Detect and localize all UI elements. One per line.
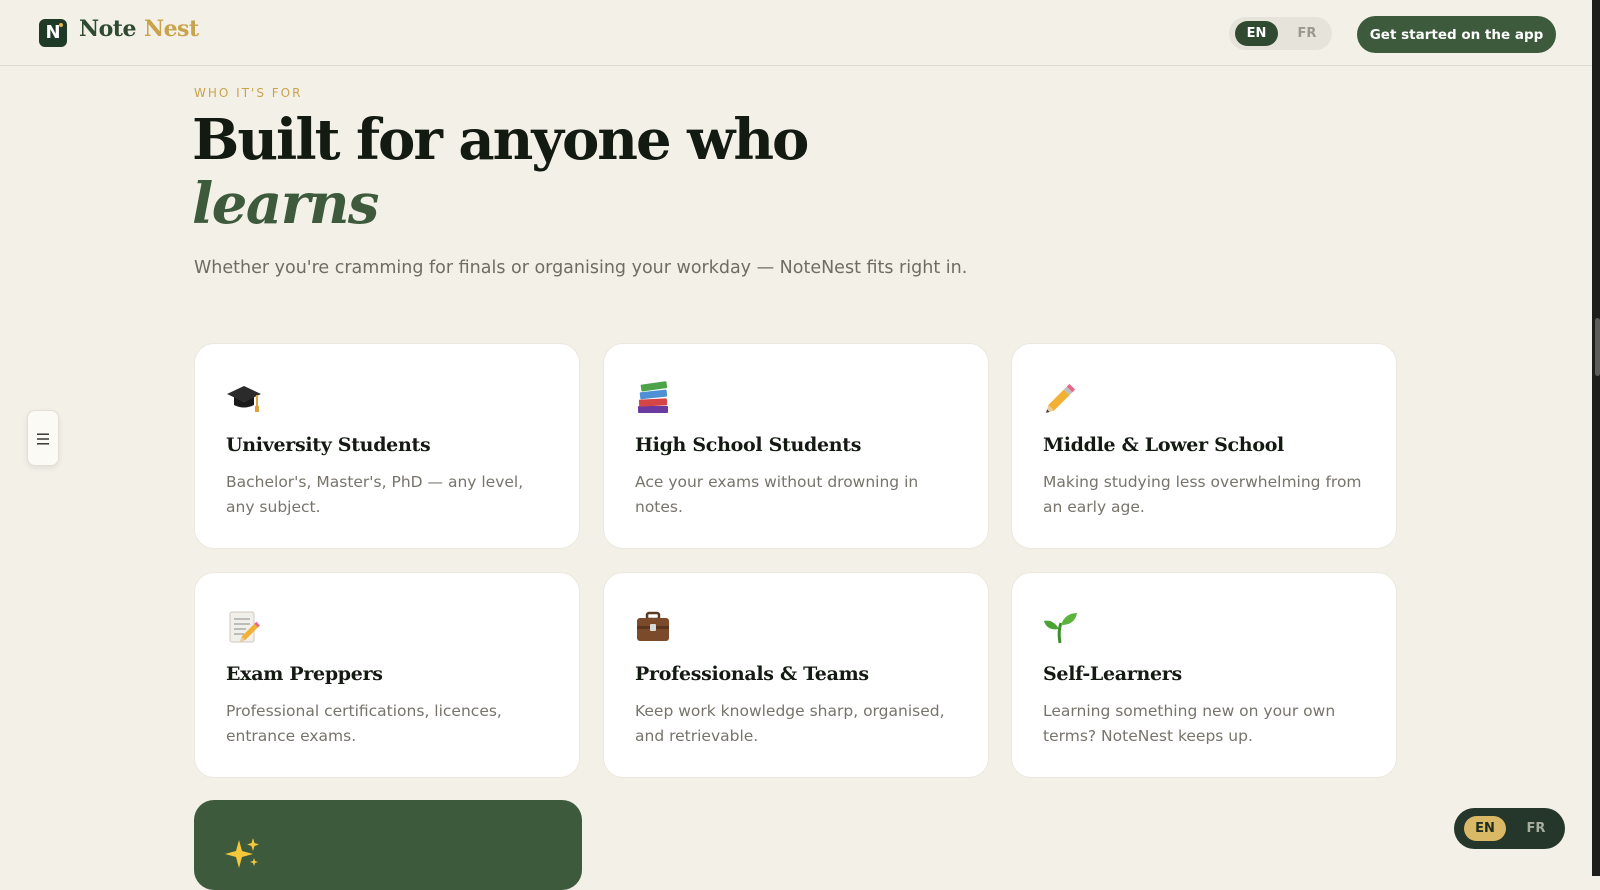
seedling-icon — [1044, 613, 1077, 644]
card-featured[interactable] — [194, 800, 582, 890]
card-title: Professionals & Teams — [635, 663, 869, 685]
card-high-school-students[interactable]: High School Students Ace your exams with… — [603, 343, 989, 549]
card-self-learners[interactable]: Self-Learners Learning something new on … — [1011, 572, 1397, 778]
hero-subtitle: Whether you're cramming for finals or or… — [194, 258, 968, 278]
card-description: Ace your exams without drowning in notes… — [635, 473, 919, 516]
books-icon — [638, 381, 668, 413]
lang-en-button[interactable]: EN — [1235, 21, 1278, 46]
floating-lang-en-button[interactable]: EN — [1464, 816, 1506, 841]
card-professionals-teams[interactable]: Professionals & Teams Keep work knowledg… — [603, 572, 989, 778]
graduation-cap-icon — [227, 386, 261, 412]
pencil-icon — [1046, 383, 1076, 413]
card-description: Learning something new on your own terms… — [1043, 702, 1336, 745]
page-title: Built for anyone who learns — [192, 107, 809, 237]
card-title: Exam Preppers — [226, 663, 383, 685]
card-title: Self-Learners — [1043, 663, 1182, 685]
scrollbar-track[interactable] — [1592, 0, 1600, 876]
sparkles-icon — [225, 838, 259, 868]
briefcase-icon — [637, 611, 669, 641]
floating-lang-fr-button[interactable]: FR — [1516, 816, 1556, 841]
card-description: Making studying less overwhelming from a… — [1043, 473, 1362, 516]
card-description: Bachelor's, Master's, PhD — any level, a… — [226, 473, 524, 516]
card-title: Middle & Lower School — [1043, 434, 1284, 456]
side-menu-button[interactable] — [27, 410, 59, 466]
menu-icon — [37, 433, 49, 445]
card-exam-preppers[interactable]: Exam Preppers Professional certification… — [194, 572, 580, 778]
logo-word-nest: Nest — [143, 16, 199, 42]
logo-icon[interactable]: N — [39, 19, 67, 47]
card-title: High School Students — [635, 434, 862, 456]
floating-language-switcher: EN FR — [1454, 808, 1565, 849]
get-started-button[interactable]: Get started on the app — [1357, 16, 1556, 53]
section-eyebrow: WHO IT'S FOR — [194, 86, 303, 100]
card-description: Keep work knowledge sharp, organised, an… — [635, 702, 945, 745]
card-university-students[interactable]: University Students Bachelor's, Master's… — [194, 343, 580, 549]
logo-word-note: Note — [79, 16, 136, 42]
lang-fr-button[interactable]: FR — [1289, 21, 1325, 46]
language-switcher: EN FR — [1229, 17, 1332, 50]
scrollbar-thumb[interactable] — [1595, 318, 1600, 376]
logo-wordmark[interactable]: Note Nest — [79, 16, 199, 42]
memo-icon — [229, 611, 260, 643]
top-nav: N Note Nest EN FR Get started on the app — [0, 0, 1592, 66]
title-main: Built for anyone who — [192, 107, 809, 173]
card-description: Professional certifications, licences, e… — [226, 702, 502, 745]
title-emphasis: learns — [192, 171, 379, 237]
logo-dot — [59, 23, 63, 27]
card-title: University Students — [226, 434, 431, 456]
card-middle-lower-school[interactable]: Middle & Lower School Making studying le… — [1011, 343, 1397, 549]
